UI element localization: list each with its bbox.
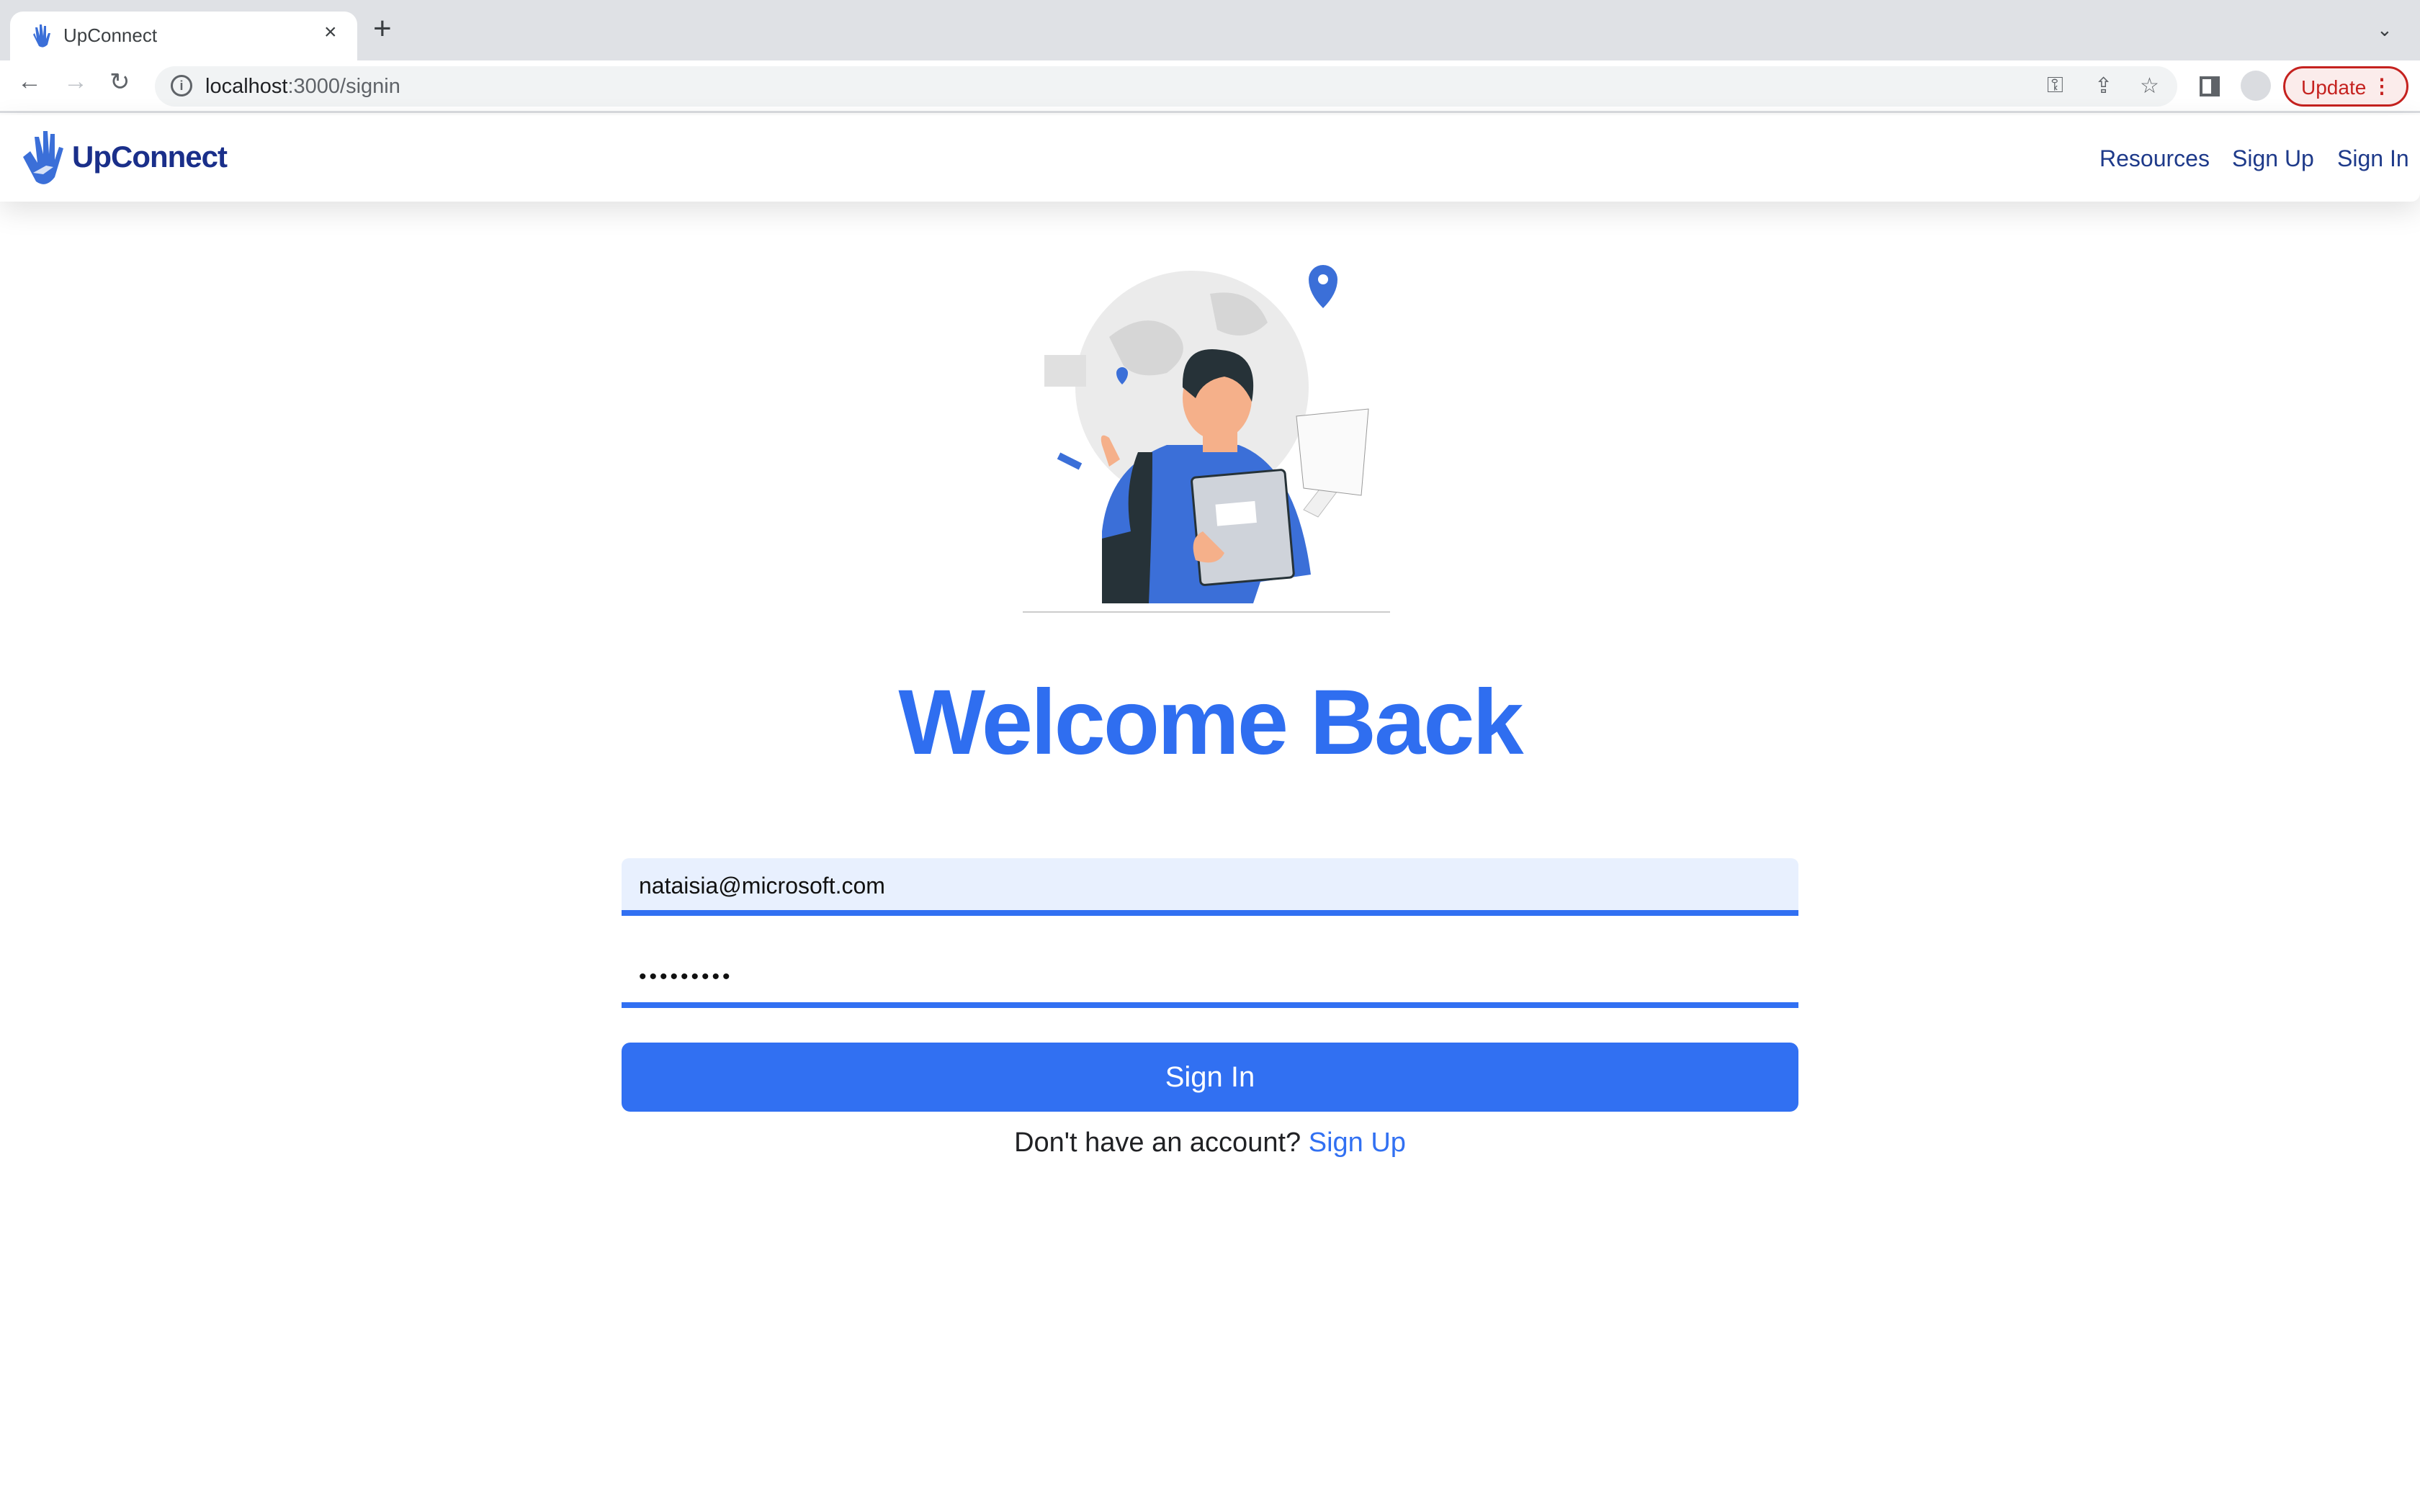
email-input[interactable]: nataisia@microsoft.com [622, 858, 1798, 916]
key-icon[interactable]: ⚿ [2047, 73, 2063, 98]
profile-avatar-icon[interactable] [2241, 71, 2271, 101]
page-title: Welcome Back [898, 671, 1523, 774]
signup-prompt: Don't have an account? Sign Up [0, 1128, 2420, 1158]
nav-resources-link[interactable]: Resources [2099, 145, 2210, 172]
signin-button[interactable]: Sign In [622, 1043, 1798, 1112]
tab-close-icon[interactable]: × [324, 20, 337, 45]
tab-search-chevron-icon[interactable]: ⌄ [2377, 19, 2393, 41]
brand-name[interactable]: UpConnect [72, 140, 228, 174]
browser-tab-bar: UpConnect × + ⌄ [0, 0, 2420, 60]
update-button[interactable]: Update ⋮ [2283, 66, 2408, 107]
password-input[interactable]: ••••••••• [622, 950, 1798, 1008]
more-menu-icon[interactable]: ⋮ [2372, 74, 2392, 98]
upconnect-logo-icon[interactable] [22, 131, 65, 186]
browser-tab[interactable]: UpConnect × [10, 12, 357, 60]
student-illustration [1023, 265, 1390, 613]
url-text[interactable]: localhost:3000/signin [205, 75, 400, 99]
site-info-icon[interactable]: i [171, 75, 192, 96]
star-icon[interactable]: ☆ [2140, 73, 2159, 99]
signup-prompt-text: Don't have an account? [1014, 1128, 1301, 1158]
reload-icon[interactable]: ↻ [109, 68, 130, 96]
forward-arrow-icon[interactable]: → [63, 68, 88, 96]
site-navbar: UpConnect Resources Sign Up Sign In [0, 115, 2420, 202]
nav-signin-link[interactable]: Sign In [2337, 145, 2409, 172]
browser-toolbar: ← → ↻ i localhost:3000/signin ⚿ ⇪ ☆ Upda… [0, 60, 2420, 113]
signup-link[interactable]: Sign Up [1309, 1128, 1406, 1158]
share-icon[interactable]: ⇪ [2094, 73, 2112, 99]
new-tab-button[interactable]: + [373, 13, 392, 45]
back-arrow-icon[interactable]: ← [17, 68, 42, 96]
side-panel-icon[interactable] [2200, 76, 2220, 96]
nav-signup-link[interactable]: Sign Up [2232, 145, 2314, 172]
tab-title: UpConnect [63, 24, 158, 46]
address-bar[interactable]: i localhost:3000/signin ⚿ ⇪ ☆ [155, 66, 2177, 107]
hand-logo-icon [33, 24, 50, 48]
